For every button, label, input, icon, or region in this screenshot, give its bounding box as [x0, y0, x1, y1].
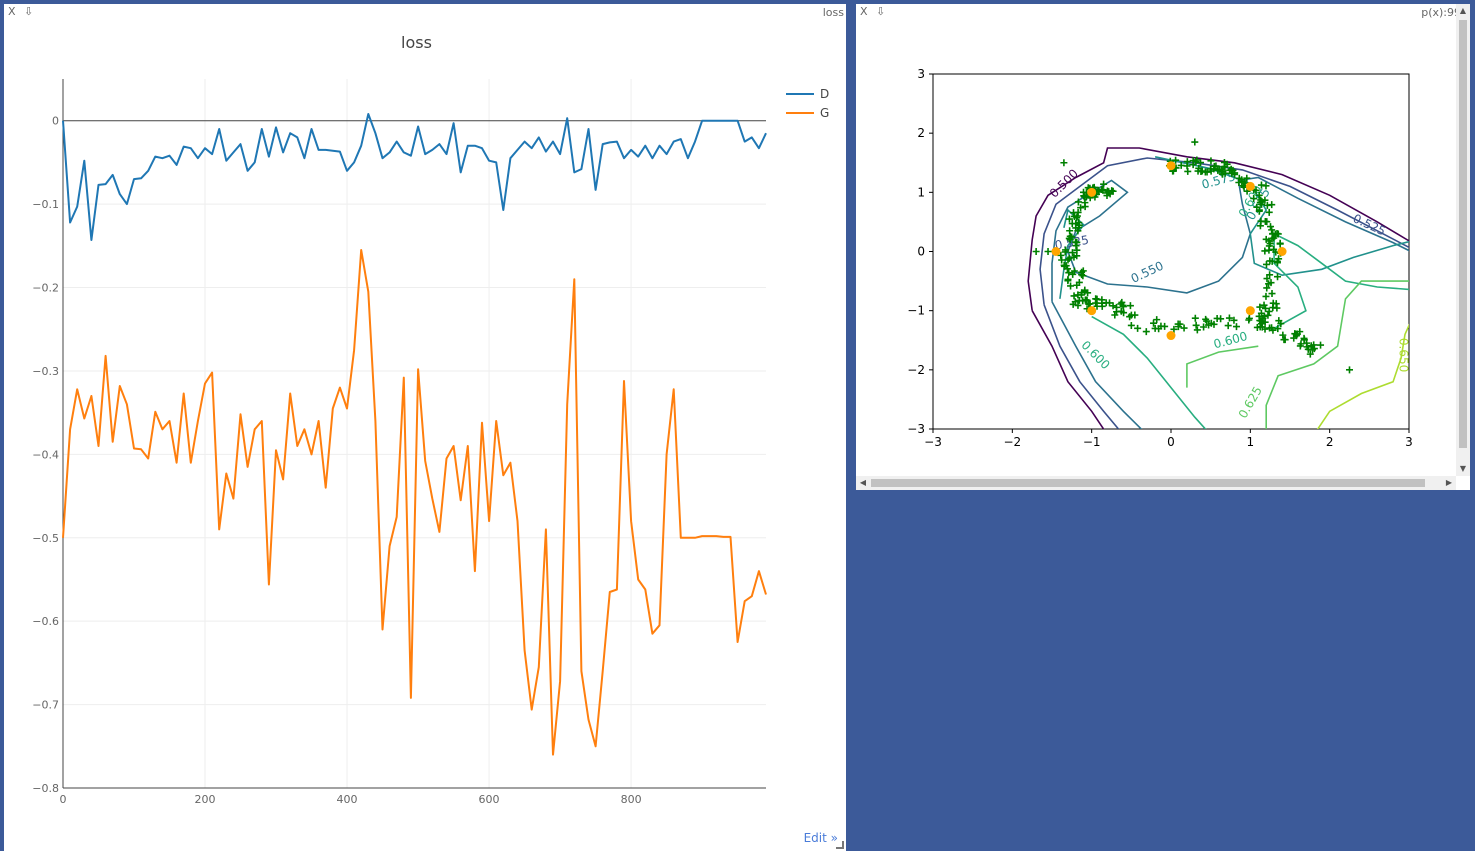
y-tick-label: −0.5	[32, 532, 59, 545]
vertical-scrollbar[interactable]: ▲ ▼	[1456, 4, 1470, 476]
mixture-center-dot	[1277, 247, 1287, 256]
x-tick-label: 200	[195, 793, 216, 806]
y-tick-label: −3	[907, 422, 925, 436]
legend-label: D	[820, 87, 829, 101]
y-tick-label: −0.8	[32, 782, 59, 795]
scroll-up-icon[interactable]: ▲	[1456, 4, 1470, 18]
contour-pane: X ⇩ p(x):990 −3 −2 −1 0 1 2 3 3 2 1 0 −1 −2 −3 0.500 0.…	[856, 4, 1470, 490]
series-line-G	[62, 249, 767, 756]
mixture-center-dot	[1245, 306, 1255, 316]
x-tick-label: 1	[1247, 435, 1255, 449]
y-tick-label: 2	[917, 126, 925, 140]
y-tick-label: −0.6	[32, 615, 59, 628]
x-tick-label: 2	[1326, 435, 1334, 449]
mixture-center-dot	[1245, 181, 1255, 191]
legend-label: G	[820, 106, 829, 120]
x-tick-label: 600	[479, 793, 500, 806]
mixture-center-dot	[1051, 247, 1061, 256]
scroll-left-icon[interactable]: ◀	[856, 476, 870, 490]
horizontal-scrollbar[interactable]: ◀ ▶	[856, 476, 1456, 490]
x-tick-label: 0	[60, 793, 67, 806]
mixture-center-dot	[1166, 161, 1176, 171]
scroll-right-icon[interactable]: ▶	[1442, 476, 1456, 490]
chart-title: loss	[401, 33, 432, 52]
x-tick-label: 3	[1405, 435, 1413, 449]
x-tick-label: −2	[1003, 435, 1021, 449]
contour-plot: −3 −2 −1 0 1 2 33210−1−2−30.5000.5250.5250.550…	[907, 67, 1413, 449]
y-tick-label: −0.3	[32, 365, 59, 378]
y-tick-label: −0.1	[32, 198, 59, 211]
scrollbar-thumb[interactable]	[1459, 20, 1467, 448]
mixture-center-dot	[1087, 306, 1097, 316]
series-line-D	[62, 113, 767, 241]
y-tick-label: −0.2	[32, 282, 59, 295]
scroll-down-icon[interactable]: ▼	[1456, 462, 1470, 476]
y-tick-label: 0	[52, 115, 59, 128]
loss-pane: X ⇩ loss loss 0 −0.1 −0.2 −0.3 −0.4 −0.5 −0.6 −0…	[4, 4, 846, 851]
mixture-center-dot	[1166, 331, 1176, 341]
y-tick-label: −0.4	[32, 448, 59, 461]
x-tick-label: 800	[621, 793, 642, 806]
mixture-center-dot	[1087, 187, 1097, 197]
loss-chart: loss0−0.1−0.2−0.3−0.4−0.5−0.6−0.7−0.80 20…	[32, 33, 829, 806]
y-tick-label: 1	[917, 185, 925, 199]
x-tick-label: 0	[1167, 435, 1175, 449]
x-tick-label: −1	[1083, 435, 1101, 449]
x-tick-label: 400	[337, 793, 358, 806]
edit-link[interactable]: Edit »	[804, 831, 838, 845]
resize-handle[interactable]	[836, 841, 844, 849]
scrollbar-thumb[interactable]	[871, 479, 1425, 487]
y-tick-label: −2	[907, 363, 925, 377]
y-tick-label: −1	[907, 304, 925, 318]
y-tick-label: 0	[917, 245, 925, 259]
y-tick-label: −0.7	[32, 699, 59, 712]
plot-frame	[932, 73, 1410, 430]
x-tick-label: −3	[924, 435, 942, 449]
contour-label: 0.650	[1396, 338, 1410, 372]
y-tick-label: 3	[917, 67, 925, 81]
